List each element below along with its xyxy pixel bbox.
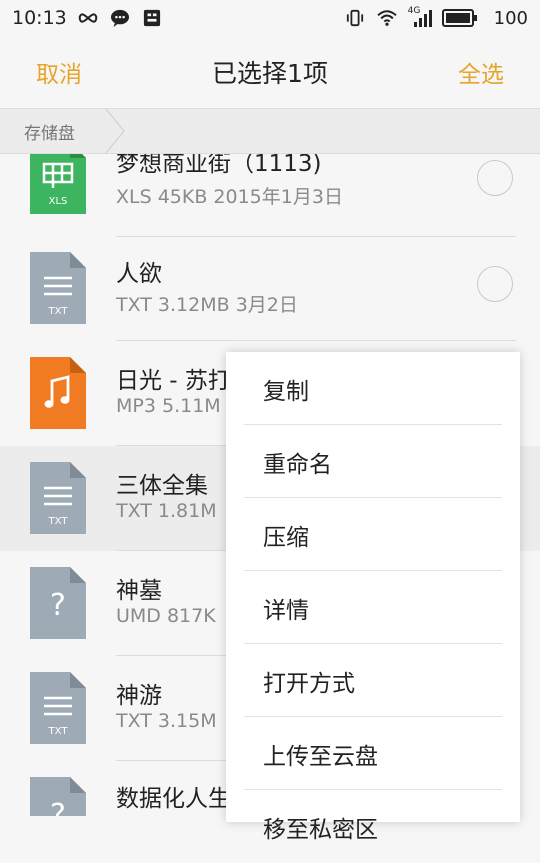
unknown-file-icon: ? [30, 777, 86, 816]
select-radio[interactable] [477, 160, 513, 196]
cancel-button[interactable]: 取消 [36, 55, 82, 89]
status-time: 10:13 [12, 7, 67, 29]
list-item[interactable]: TXT 人欲 TXT 3.12MB 3月2日 [0, 236, 540, 341]
menu-item-move-private[interactable]: 移至私密区 [226, 790, 520, 863]
file-name: 日光 - 苏打 [116, 368, 231, 394]
svg-text:?: ? [50, 798, 66, 816]
menu-item-rename[interactable]: 重命名 [226, 425, 520, 498]
status-left: 10:13 [12, 7, 163, 29]
file-name: 数据化人生 [116, 786, 231, 812]
wifi-icon [376, 10, 397, 26]
file-type-label: TXT [48, 306, 69, 317]
file-name: 三体全集 [116, 473, 208, 499]
menu-item-details[interactable]: 详情 [226, 571, 520, 644]
list-item[interactable]: XLS 梦想商业街（1113) XLS 45KB 2015年1月3日 [0, 154, 540, 237]
action-bar: 取消 已选择1项 全选 [0, 36, 540, 108]
spreadsheet-icon: XLS [30, 154, 86, 214]
svg-text:?: ? [50, 588, 66, 623]
text-file-icon: TXT [30, 672, 86, 744]
context-menu: 复制 重命名 压缩 详情 打开方式 上传至云盘 移至私密区 [226, 352, 520, 843]
text-file-icon: TXT [30, 462, 86, 534]
infinity-icon [78, 13, 98, 23]
select-radio[interactable] [477, 266, 513, 302]
file-meta: MP3 5.11M [116, 395, 221, 417]
unknown-file-icon: ? [30, 567, 86, 639]
menu-item-open-with[interactable]: 打开方式 [226, 644, 520, 717]
file-meta: TXT 3.15M [116, 710, 217, 732]
select-all-button[interactable]: 全选 [458, 55, 504, 89]
file-meta: TXT 1.81M [116, 500, 217, 522]
file-meta: TXT 3.12MB 3月2日 [116, 294, 298, 316]
file-type-label: XLS [49, 196, 68, 207]
menu-item-copy[interactable]: 复制 [226, 352, 520, 425]
breadcrumb: 存储盘 [0, 108, 540, 154]
file-meta: UMD 817K [116, 605, 216, 627]
cell-signal-icon: 4G [408, 6, 432, 28]
menu-item-upload-cloud[interactable]: 上传至云盘 [226, 717, 520, 790]
file-type-label: TXT [48, 726, 69, 737]
usb-debug-icon [143, 9, 160, 27]
status-right: 4G 100 [344, 6, 528, 29]
battery-icon [441, 9, 477, 27]
file-name: 人欲 [116, 261, 162, 287]
file-meta: XLS 45KB 2015年1月3日 [116, 186, 343, 208]
chat-icon [110, 9, 129, 27]
text-file-icon: TXT [30, 252, 86, 324]
page-title: 已选择1项 [212, 59, 328, 88]
status-bar: 10:13 4G 100 [0, 0, 540, 36]
battery-level: 100 [493, 7, 528, 29]
breadcrumb-item-storage[interactable]: 存储盘 [0, 109, 120, 153]
music-file-icon [30, 357, 86, 429]
file-type-label: TXT [48, 516, 69, 527]
vibrate-icon [346, 9, 363, 27]
file-name: 梦想商业街（1113) [116, 154, 322, 177]
file-name: 神游 [116, 683, 162, 709]
breadcrumb-chevron-icon [105, 109, 125, 153]
menu-item-compress[interactable]: 压缩 [226, 498, 520, 571]
file-name: 神墓 [116, 578, 162, 604]
